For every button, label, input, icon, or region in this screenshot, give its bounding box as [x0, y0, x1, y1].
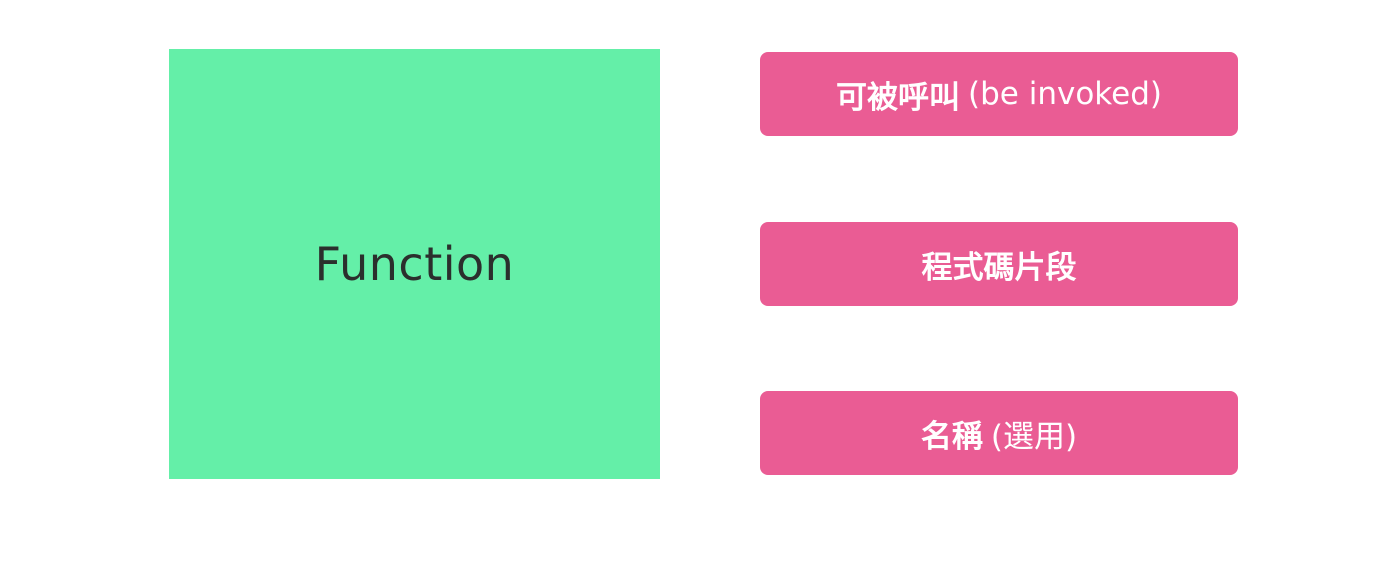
function-label: Function	[314, 237, 515, 291]
property-invokable-label: 可被呼叫	[836, 79, 961, 116]
property-name-note: (選用)	[990, 418, 1078, 455]
function-box: Function	[169, 49, 660, 479]
property-invokable: 可被呼叫 (be invoked)	[760, 52, 1238, 136]
property-code-snippet: 程式碼片段	[760, 222, 1238, 306]
property-code-snippet-label: 程式碼片段	[921, 249, 1077, 286]
property-name-label: 名稱	[920, 418, 983, 455]
property-invokable-note: (be invoked)	[968, 76, 1162, 112]
property-name: 名稱 (選用)	[760, 391, 1238, 475]
